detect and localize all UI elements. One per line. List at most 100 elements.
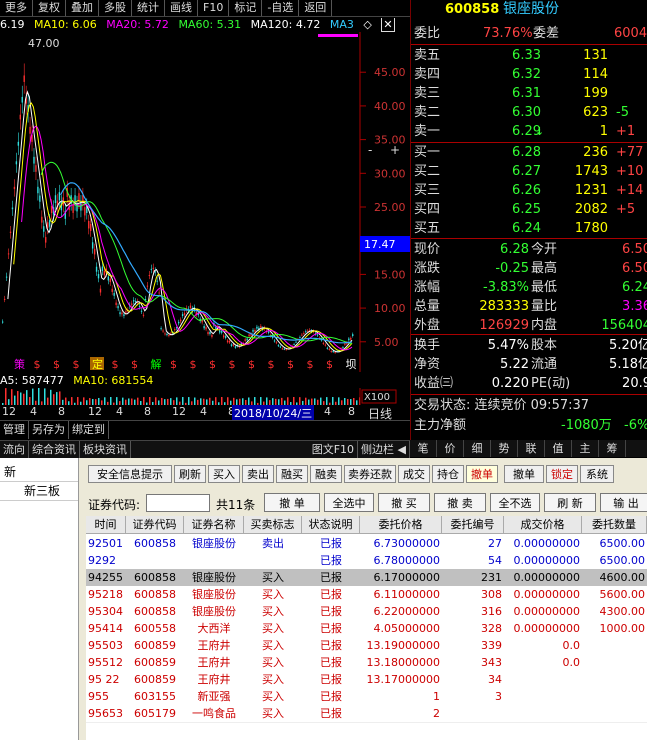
menu-item-7[interactable]: 标记 <box>229 0 263 16</box>
action-button-6[interactable]: 输 出 <box>600 493 647 512</box>
quote-tab-0[interactable]: 笔 <box>410 440 437 457</box>
action-button-0[interactable]: 撤 单 <box>264 493 320 512</box>
column-header[interactable]: 证券名称 <box>184 516 244 534</box>
nav-tab-2[interactable]: 板块资讯 <box>80 441 131 458</box>
column-header[interactable]: 状态说明 <box>302 516 360 534</box>
toolbar-button-0[interactable]: 安全信息提示 <box>88 465 172 483</box>
menu-item-4[interactable]: 统计 <box>132 0 165 16</box>
toolbar-button-3[interactable]: 卖出 <box>242 465 274 483</box>
chart-tab-2[interactable]: 绑定到 <box>69 421 109 439</box>
toolbar-button-5[interactable]: 融卖 <box>310 465 342 483</box>
quote-tab-6[interactable]: 主 <box>572 440 599 457</box>
toolbar-button-10[interactable]: 撤单 <box>504 465 544 483</box>
table-cell: 已报 <box>320 588 342 601</box>
table-cell: 4600.00 <box>599 571 646 584</box>
action-button-5[interactable]: 刷 新 <box>544 493 596 512</box>
menu-item-6[interactable]: F10 <box>198 0 230 16</box>
sell-level-price: 6.33 <box>512 48 541 63</box>
table-row[interactable]: 95304 600858 银座股份 买入 已报 6.22000000 316 0.000000… <box>86 603 647 621</box>
menu-item-1[interactable]: 复权 <box>33 0 66 16</box>
nav-tab-0[interactable]: 流向 <box>0 441 29 458</box>
table-row[interactable]: 9292 已报 6.78000000 54 0.00000000 6500.00 <box>86 552 647 570</box>
table-cell <box>504 688 582 705</box>
action-button-3[interactable]: 撤 卖 <box>434 493 486 512</box>
toolbar-button-11[interactable]: 锁定 <box>546 465 578 483</box>
menu-item-5[interactable]: 画线 <box>165 0 198 16</box>
stat-row: 涨幅 -3.83% 最低 6.24 <box>411 278 647 297</box>
left-tree-item-1[interactable]: 新三板 <box>0 482 78 501</box>
menu-item-0[interactable]: 更多 <box>0 0 33 16</box>
table-cell: 95414 <box>88 622 123 635</box>
table-cell: 600859 <box>134 656 176 669</box>
stock-code-input[interactable] <box>146 494 210 512</box>
action-button-1[interactable]: 全选中 <box>324 493 374 512</box>
left-tree-item-0[interactable]: 新 <box>0 463 78 482</box>
quote-tab-5[interactable]: 值 <box>545 440 572 457</box>
column-header[interactable]: 委托编号 <box>442 516 504 534</box>
quote-tab-4[interactable]: 联 <box>518 440 545 457</box>
table-cell: 6.22000000 <box>373 605 440 618</box>
toolbar-button-1[interactable]: 刷新 <box>174 465 206 483</box>
toolbar-button-4[interactable]: 融买 <box>276 465 308 483</box>
quote-tab-2[interactable]: 细 <box>464 440 491 457</box>
kline-chart[interactable]: 45.0040.0035.0030.0025.0020.0015.0010.00… <box>0 32 410 372</box>
nav-tab-3[interactable]: 图文F10 <box>309 441 359 458</box>
toolbar-button-12[interactable]: 系统 <box>580 465 614 483</box>
table-row[interactable]: 92501 600858 银座股份 卖出 已报 6.73000000 27 0.0000000… <box>86 535 647 553</box>
toolbar-button-7[interactable]: 成交 <box>398 465 430 483</box>
table-cell: 6.73000000 <box>373 537 440 550</box>
table-row[interactable]: 95503 600859 王府井 买入 已报 13.19000000 339 0.0 <box>86 637 647 655</box>
zoom-out-icon[interactable]: + <box>390 143 400 157</box>
quote-tab-1[interactable]: 价 <box>437 440 464 457</box>
table-row[interactable]: 94255 600858 银座股份 买入 已报 6.17000000 231 0.000000… <box>86 569 647 587</box>
diamond-icon[interactable]: ◇ <box>363 18 371 31</box>
table-cell: 买入 <box>262 707 284 720</box>
date-axis-label: 2018/10/24/三 <box>232 405 315 421</box>
table-cell: 0.00000000 <box>513 554 580 567</box>
toolbar-button-9[interactable]: 撤单 <box>466 465 498 483</box>
table-cell: 9292 <box>88 554 116 567</box>
menu-item-9[interactable]: 返回 <box>299 0 333 16</box>
toolbar-button-8[interactable]: 持仓 <box>432 465 464 483</box>
sell-level-price: 6.31 <box>512 86 541 101</box>
chart-tab-0[interactable]: 管理 <box>0 421 29 439</box>
main-flow-value: -1080万 <box>561 418 612 433</box>
action-button-2[interactable]: 撤 买 <box>378 493 430 512</box>
table-cell: 95218 <box>88 588 123 601</box>
close-icon[interactable]: ✕ <box>381 18 395 32</box>
toolbar-button-2[interactable]: 买入 <box>208 465 240 483</box>
column-header[interactable]: 买卖标志 <box>244 516 302 534</box>
column-header[interactable]: 证券代码 <box>126 516 184 534</box>
table-row[interactable]: 955 603155 新亚强 买入 已报 1 3 <box>86 688 647 706</box>
table-cell: 27 <box>488 537 502 550</box>
column-header[interactable]: 委托价格 <box>360 516 442 534</box>
table-row[interactable]: 95218 600858 银座股份 买入 已报 6.11000000 308 0.000000… <box>86 586 647 604</box>
table-row[interactable]: 95512 600859 王府井 买入 已报 13.18000000 343 0.0 <box>86 654 647 672</box>
action-button-4[interactable]: 全不选 <box>490 493 540 512</box>
table-cell: 316 <box>481 605 502 618</box>
column-header[interactable]: 委托数量 <box>582 516 647 534</box>
menu-item-2[interactable]: 叠加 <box>66 0 99 16</box>
quote-tab-7[interactable]: 筹 <box>599 440 626 457</box>
zoom-in-icon[interactable]: - <box>368 143 372 157</box>
chart-tab-1[interactable]: 另存为 <box>29 421 69 439</box>
column-header[interactable]: 时间 <box>86 516 126 534</box>
table-row[interactable]: 95 22 600859 王府井 买入 已报 13.17000000 34 <box>86 671 647 689</box>
table-cell: 已报 <box>320 605 342 618</box>
sell-level-row: 卖三 6.31 199 <box>411 84 647 103</box>
nav-tab-1[interactable]: 综合资讯 <box>29 441 80 458</box>
toolbar-button-6[interactable]: 卖券还款 <box>344 465 396 483</box>
menu-item-3[interactable]: 多股 <box>99 0 132 16</box>
quote-tab-3[interactable]: 势 <box>491 440 518 457</box>
menu-item-8[interactable]: -自选 <box>262 0 300 16</box>
column-header[interactable]: 成交价格 <box>504 516 582 534</box>
table-row[interactable]: 95653 605179 一鸣食品 买入 已报 2 <box>86 705 647 723</box>
table-row[interactable]: 95414 600558 大西洋 买入 已报 4.05000000 328 0.0000000… <box>86 620 647 638</box>
nav-tab-4[interactable]: 侧边栏 ◀ <box>358 441 410 458</box>
table-cell: 600859 <box>134 673 176 686</box>
price-axis-label: 40.00 <box>374 100 406 113</box>
stat-row-value: -0.25 <box>495 261 529 276</box>
signal-marker: 定 <box>92 357 103 371</box>
cycle-label[interactable]: 日线 <box>368 405 410 421</box>
table-cell: 一鸣食品 <box>192 707 236 720</box>
